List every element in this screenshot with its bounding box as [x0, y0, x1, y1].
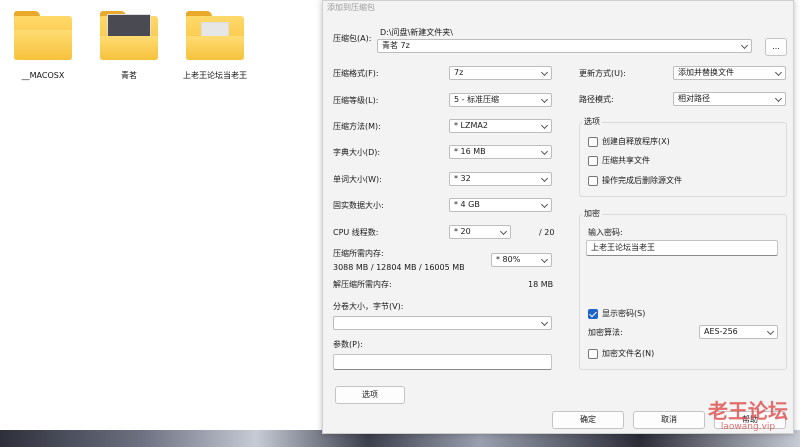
delete-source-checkbox[interactable] [588, 176, 598, 186]
archive-label: 压缩包(A): [333, 34, 372, 43]
chevron-down-icon [540, 174, 549, 183]
folder-label: __MACOSX [21, 71, 65, 80]
method-label: 压缩方法(M): [333, 122, 381, 131]
chevron-down-icon [540, 95, 549, 104]
folder-label: 青茗 [121, 71, 137, 80]
mem-label: 压缩所需内存: [333, 249, 384, 258]
chevron-down-icon [540, 200, 549, 209]
mem-detail: 3088 MB / 12804 MB / 16005 MB [333, 263, 465, 272]
chevron-down-icon [540, 121, 549, 130]
delete-source-label: 操作完成后删除源文件 [602, 176, 682, 185]
word-select[interactable]: * 32 [449, 172, 552, 186]
show-password-checkbox[interactable] [588, 309, 598, 319]
solid-label: 固实数据大小: [333, 201, 384, 210]
add-to-archive-dialog: 添加到压缩包 压缩包(A): D:\问盘\新建文件夹\ 青茗 7z ... 压缩… [322, 0, 794, 434]
chevron-down-icon [774, 94, 783, 103]
browse-button[interactable]: ... [765, 38, 787, 56]
method-value: * LZMA2 [454, 121, 488, 130]
update-label: 更新方式(U): [579, 69, 626, 78]
folder-macosx[interactable]: __MACOSX [6, 8, 80, 81]
decomp-value: 18 MB [528, 280, 554, 289]
encrypt-group-label: 加密 [582, 209, 602, 219]
cpu-label: CPU 线程数: [333, 228, 379, 237]
cpu-value: * 20 [454, 227, 471, 236]
split-select[interactable] [333, 316, 552, 330]
folder-qingming[interactable]: 青茗 [92, 8, 166, 81]
archive-name-combo[interactable]: 青茗 7z [377, 39, 752, 53]
solid-select[interactable]: * 4 GB [449, 198, 552, 212]
params-label: 参数(P): [333, 340, 363, 349]
word-label: 单词大小(W): [333, 175, 382, 184]
password-label: 输入密码: [588, 228, 623, 237]
mem-select[interactable]: * 80% [491, 253, 552, 267]
word-value: * 32 [454, 174, 471, 183]
chevron-down-icon [540, 68, 549, 77]
options-button[interactable]: 选项 [335, 386, 405, 404]
path-label: 路径模式: [579, 95, 614, 104]
chevron-down-icon [540, 147, 549, 156]
file-explorer: __MACOSX 青茗 上老王论坛当老王 [0, 0, 322, 447]
cancel-button[interactable]: 取消 [633, 411, 705, 429]
ok-button[interactable]: 确定 [552, 411, 624, 429]
enc-method-select[interactable]: AES-256 [699, 325, 778, 339]
sfx-label: 创建自释放程序(X) [602, 137, 670, 146]
path-select[interactable]: 相对路径 [673, 92, 786, 106]
format-value: 7z [454, 68, 464, 77]
chevron-down-icon [766, 327, 775, 336]
update-value: 添加并替换文件 [678, 68, 734, 77]
cpu-total: / 20 [539, 228, 555, 237]
decomp-label: 解压缩所需内存: [333, 280, 392, 289]
enc-method-value: AES-256 [704, 327, 738, 336]
path-value: 相对路径 [678, 94, 710, 103]
watermark-title: 老王论坛 [708, 399, 788, 423]
password-input[interactable]: 上老王论坛当老王 [586, 240, 778, 256]
method-select[interactable]: * LZMA2 [449, 119, 552, 133]
level-label: 压缩等级(L): [333, 96, 379, 105]
folder-laowang[interactable]: 上老王论坛当老王 [178, 8, 252, 81]
enc-method-label: 加密算法: [588, 328, 623, 337]
dict-select[interactable]: * 16 MB [449, 145, 552, 159]
chevron-down-icon [740, 41, 749, 50]
level-select[interactable]: 5 - 标准压缩 [449, 93, 552, 107]
archive-path: D:\问盘\新建文件夹\ [380, 28, 453, 37]
chevron-down-icon [540, 318, 549, 327]
format-select[interactable]: 7z [449, 66, 552, 80]
format-label: 压缩格式(F): [333, 69, 379, 78]
params-input[interactable] [333, 354, 552, 370]
dict-label: 字典大小(D): [333, 148, 381, 157]
sfx-checkbox[interactable] [588, 137, 598, 147]
dict-value: * 16 MB [454, 147, 486, 156]
site-watermark: 老王论坛 laowang.vip [698, 400, 798, 432]
shared-label: 压缩共享文件 [602, 156, 650, 165]
chevron-down-icon [774, 68, 783, 77]
folder-icon [183, 8, 247, 64]
chevron-down-icon [540, 255, 549, 264]
folder-icon [97, 8, 161, 64]
encrypt-names-checkbox[interactable] [588, 349, 598, 359]
cpu-select[interactable]: * 20 [449, 225, 511, 239]
chevron-down-icon [499, 227, 508, 236]
folder-icon [11, 8, 75, 64]
encrypt-names-label: 加密文件名(N) [602, 349, 655, 358]
split-label: 分卷大小，字节(V): [333, 302, 404, 311]
level-value: 5 - 标准压缩 [454, 95, 500, 104]
dialog-title: 添加到压缩包 [327, 3, 375, 12]
solid-value: * 4 GB [454, 200, 480, 209]
update-select[interactable]: 添加并替换文件 [673, 66, 786, 80]
options-group-label: 选项 [582, 117, 602, 127]
mem-value: * 80% [496, 255, 521, 264]
show-password-label: 显示密码(S) [602, 309, 646, 318]
folder-label: 上老王论坛当老王 [183, 71, 247, 80]
archive-name-value: 青茗 7z [382, 41, 410, 50]
watermark-url: laowang.vip [720, 422, 776, 432]
shared-checkbox[interactable] [588, 156, 598, 166]
